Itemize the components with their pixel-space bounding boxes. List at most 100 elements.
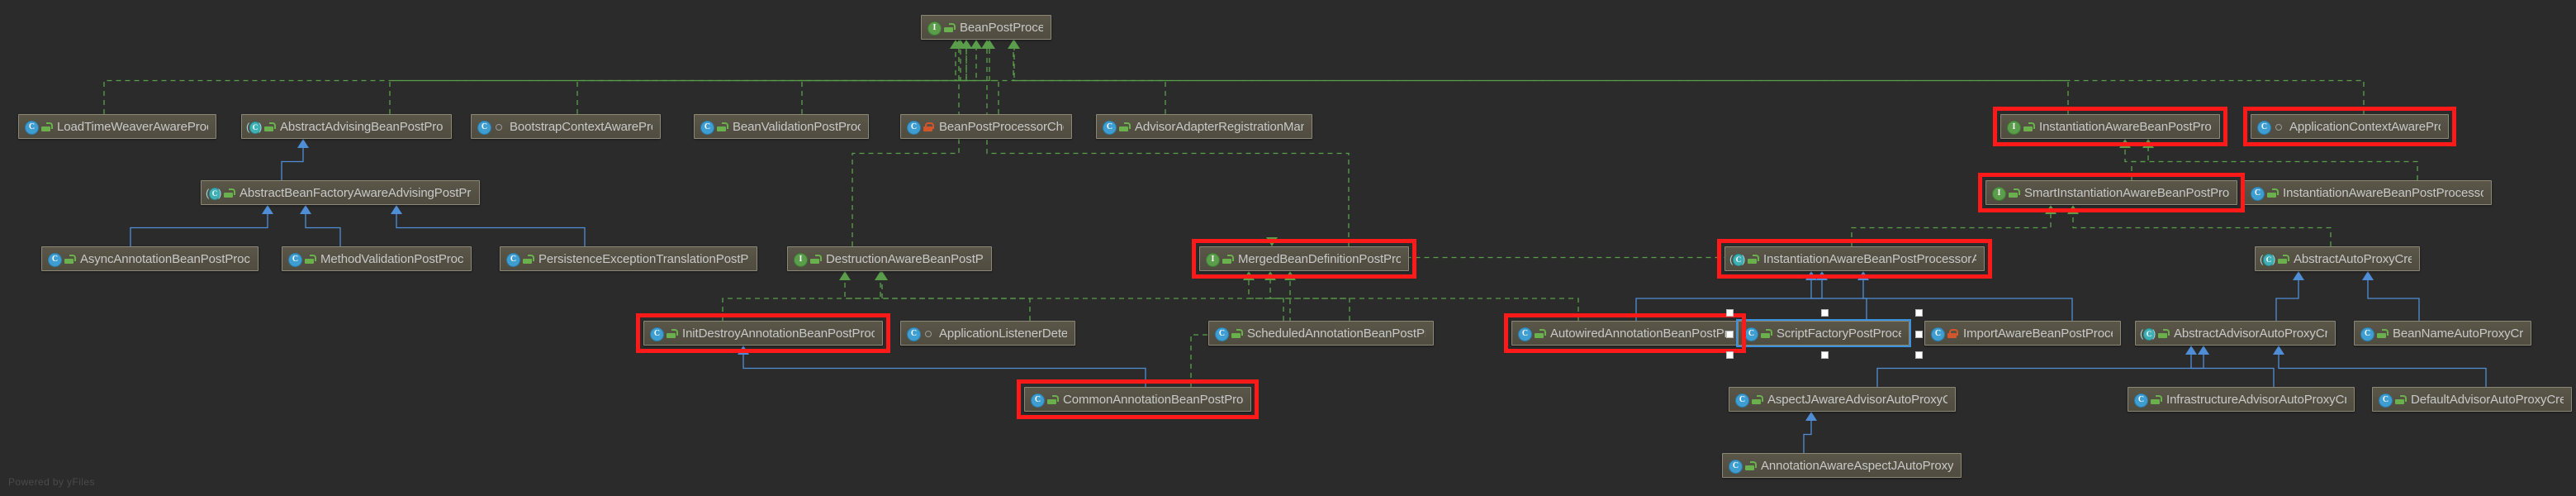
uml-class-node[interactable]: C ScheduledAnnotationBeanPostProcessor [1208, 321, 1434, 346]
realization-edge [986, 49, 1350, 246]
uml-class-node[interactable]: C ImportAwareBeanPostProcessor [1924, 321, 2121, 346]
class-icon: C [2250, 186, 2265, 201]
inheritance-arrowhead [262, 205, 273, 214]
inheritance-arrowhead [1008, 40, 1019, 49]
watermark-label: Powered by yFiles [8, 476, 95, 488]
uml-class-node[interactable]: C AdvisorAdapterRegistrationManager [1096, 114, 1312, 139]
generalization-edge [130, 214, 268, 246]
realization-edge [844, 280, 1031, 321]
class-icon: C [2378, 393, 2393, 408]
realization-edge [1013, 49, 1166, 114]
uml-class-node[interactable]: C InitDestroyAnnotationBeanPostProcessor [643, 321, 883, 346]
realization-edge [852, 49, 960, 246]
abstract-class-icon: (C) [246, 120, 263, 134]
inheritance-arrowhead [961, 40, 972, 49]
uml-class-node[interactable]: C ApplicationListenerDetector [900, 321, 1075, 346]
public-lock-icon [1046, 393, 1059, 406]
resize-handle[interactable] [1821, 351, 1829, 359]
public-lock-icon [2266, 187, 2279, 199]
resize-handle[interactable] [1821, 309, 1829, 317]
inheritance-arrowhead [876, 271, 888, 280]
uml-class-node[interactable]: (C) InstantiationAwareBeanPostProcessorAd… [1724, 246, 1985, 271]
uml-class-label: DefaultAdvisorAutoProxyCreator [2411, 392, 2564, 407]
inheritance-arrowhead [2142, 139, 2154, 148]
inheritance-arrowhead [955, 40, 966, 49]
inheritance-arrowhead [1008, 40, 1020, 49]
class-icon: C [1734, 393, 1749, 408]
class-icon: C [906, 327, 921, 341]
uml-class-node[interactable]: C InstantiationAwareBeanPostProcessorDemo [2244, 180, 2492, 205]
uml-class-node[interactable]: C BeanValidationPostProcessor [694, 114, 869, 139]
package-private-icon [2273, 121, 2284, 133]
abstract-class-icon: (C) [206, 186, 222, 200]
public-lock-icon [1747, 253, 1759, 265]
uml-class-node[interactable]: C DefaultAdvisorAutoProxyCreator [2372, 387, 2572, 412]
uml-class-node[interactable]: (C) AbstractAutoProxyCreator [2255, 246, 2420, 271]
uml-class-label: LoadTimeWeaverAwareProcessor [57, 119, 208, 134]
uml-class-node[interactable]: I BeanPostProcessor [921, 15, 1051, 40]
uml-class-node[interactable]: (C) AbstractAdvisorAutoProxyCreator [2135, 321, 2336, 346]
class-icon: C [505, 252, 520, 267]
uml-class-node[interactable]: C AutowiredAnnotationBeanPostProcessor [1511, 321, 1739, 346]
class-icon: C [906, 120, 921, 135]
realization-edge [576, 49, 990, 114]
uml-class-node[interactable]: C ApplicationContextAwareProcessor [2251, 114, 2449, 139]
realization-edge [1248, 280, 1350, 321]
inheritance-arrowhead [2198, 346, 2209, 355]
resize-handle[interactable] [1726, 351, 1734, 359]
inheritance-arrowhead [2045, 205, 2057, 214]
uml-diagram-canvas[interactable]: I BeanPostProcessor C LoadTimeWeaverAwarePr… [0, 0, 2576, 496]
abstract-class-icon: (C) [2260, 252, 2276, 266]
inheritance-arrowhead [1816, 271, 1828, 280]
uml-class-node[interactable]: C AnnotationAwareAspectJAutoProxyCreator [1722, 453, 1962, 478]
realization-edge [1013, 49, 2069, 114]
uml-class-label: BeanPostProcessor [960, 20, 1043, 35]
uml-class-node[interactable]: C BeanNameAutoProxyCreator [2354, 321, 2531, 346]
interface-icon: I [1991, 186, 2006, 201]
generalization-edge [396, 214, 586, 246]
uml-class-node[interactable]: C BootstrapContextAwareProcessor [471, 114, 661, 139]
class-icon: C [1214, 327, 1229, 341]
uml-class-node[interactable]: C MethodValidationPostProcessor [282, 246, 472, 271]
uml-class-node[interactable]: C PersistenceExceptionTranslationPostProc… [500, 246, 757, 271]
inheritance-arrowhead [981, 40, 993, 49]
generalization-edge [281, 148, 304, 180]
inheritance-arrowhead [875, 271, 886, 280]
uml-class-node[interactable]: I InstantiationAwareBeanPostProcessor [2000, 114, 2220, 139]
realization-edge [2124, 148, 2418, 180]
uml-class-label: ScriptFactoryPostProcessor [1777, 326, 1901, 341]
public-lock-icon [1118, 121, 1131, 133]
uml-class-node[interactable]: C InfrastructureAdvisorAutoProxyCreator [2128, 387, 2355, 412]
uml-class-node[interactable]: C BeanPostProcessorChecker [900, 114, 1072, 139]
uml-class-node[interactable]: I DestructionAwareBeanPostProcessor [787, 246, 992, 271]
inheritance-arrowhead [1284, 271, 1296, 280]
resize-handle[interactable] [1915, 309, 1923, 317]
uml-class-node[interactable]: C CommonAnnotationBeanPostProcessor [1024, 387, 1251, 412]
uml-class-node[interactable]: (C) AbstractAdvisingBeanPostProcessor [241, 114, 452, 139]
uml-class-node[interactable]: C ScriptFactoryPostProcessor [1738, 321, 1909, 346]
resize-handle[interactable] [1915, 331, 1923, 338]
resize-handle[interactable] [1726, 331, 1734, 338]
uml-class-node[interactable]: I MergedBeanDefinitionPostProcessor [1199, 246, 1409, 271]
interface-icon: I [793, 252, 808, 267]
uml-class-label: ApplicationListenerDetector [939, 326, 1067, 341]
uml-class-node[interactable]: I SmartInstantiationAwareBeanPostProcesso… [1985, 180, 2237, 205]
public-lock-icon [304, 253, 316, 265]
realization-edge [103, 49, 977, 114]
uml-class-node[interactable]: C AspectJAwareAdvisorAutoProxyCreator [1729, 387, 1956, 412]
class-icon: C [2133, 393, 2148, 408]
uml-class-node[interactable]: C LoadTimeWeaverAwareProcessor [18, 114, 216, 139]
uml-class-label: BeanValidationPostProcessor [733, 119, 861, 134]
uml-class-node[interactable]: C AsyncAnnotationBeanPostProcessor [41, 246, 259, 271]
public-lock-icon [943, 21, 956, 34]
resize-handle[interactable] [1726, 309, 1734, 317]
uml-class-label: AbstractAutoProxyCreator [2294, 251, 2412, 266]
public-lock-icon [1744, 460, 1757, 472]
uml-class-node[interactable]: (C) AbstractBeanFactoryAwareAdvisingPostP… [201, 180, 480, 205]
uml-class-label: AbstractBeanFactoryAwareAdvisingPostProc… [240, 185, 472, 200]
resize-handle[interactable] [1915, 351, 1923, 359]
uml-class-label: SmartInstantiationAwareBeanPostProcessor [2024, 185, 2229, 200]
public-lock-icon [2394, 393, 2407, 406]
generalization-edge [1862, 280, 1867, 321]
private-lock-icon [923, 121, 934, 133]
